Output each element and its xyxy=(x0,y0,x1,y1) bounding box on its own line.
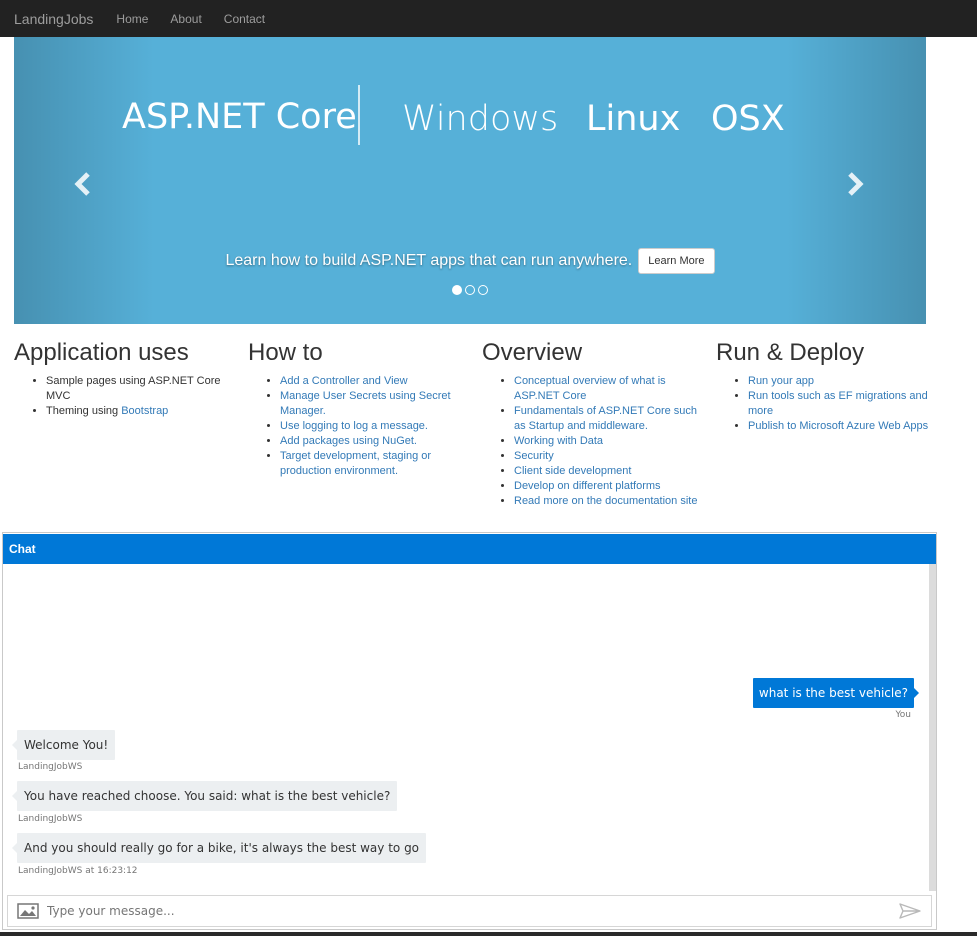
message-meta: You xyxy=(895,710,911,720)
list-item: Working with Data xyxy=(514,434,702,449)
message-meta: LandingJobWS at 16:23:12 xyxy=(18,866,138,876)
chat-widget: Chat what is the best vehicle? You Welco… xyxy=(2,532,937,930)
banner-primary-text: ASP.NET Core xyxy=(122,97,357,137)
doc-link[interactable]: Fundamentals of ASP.NET Core such as Sta… xyxy=(514,405,697,432)
nav-contact-link[interactable]: Contact xyxy=(224,12,265,26)
message-meta: LandingJobWS xyxy=(18,814,83,824)
carousel-indicator-3[interactable] xyxy=(478,285,488,295)
bootstrap-link[interactable]: Bootstrap xyxy=(121,405,168,417)
list-item: Add a Controller and View xyxy=(280,374,468,389)
bot-message: And you should really go for a bike, it'… xyxy=(11,833,427,863)
doc-link[interactable]: Target development, staging or productio… xyxy=(280,450,431,477)
doc-link[interactable]: Manage User Secrets using Secret Manager… xyxy=(280,390,451,417)
bot-message: You have reached choose. You said: what … xyxy=(11,781,398,811)
section-title: Overview xyxy=(482,339,583,366)
list-item: Manage User Secrets using Secret Manager… xyxy=(280,389,468,419)
list-item: Develop on different platforms xyxy=(514,479,702,494)
banner-platform-linux: Linux xyxy=(586,99,681,139)
message-input[interactable] xyxy=(47,904,899,918)
carousel-next-button[interactable] xyxy=(840,169,868,199)
section-overview: Overview Conceptual overview of what is … xyxy=(482,338,702,509)
chevron-left-icon xyxy=(74,172,90,196)
send-button[interactable] xyxy=(899,902,921,920)
carousel-prev-button[interactable] xyxy=(70,169,98,199)
banner-platform-windows: Windows xyxy=(402,99,559,139)
message-meta: LandingJobWS xyxy=(18,762,83,772)
carousel-banner: ASP.NET Core Windows Linux OSX xyxy=(14,85,926,145)
chat-header: Chat xyxy=(3,534,936,564)
user-message: what is the best vehicle? xyxy=(752,678,920,708)
doc-link[interactable]: Develop on different platforms xyxy=(514,480,661,492)
section-title: How to xyxy=(248,339,323,366)
learn-more-button[interactable]: Learn More xyxy=(638,248,715,274)
section-run-deploy: Run & Deploy Run your app Run tools such… xyxy=(716,338,936,434)
section-title: Run & Deploy xyxy=(716,339,865,366)
list-item: Fundamentals of ASP.NET Core such as Sta… xyxy=(514,404,702,434)
chat-input-bar xyxy=(7,895,932,927)
list-item: Add packages using NuGet. xyxy=(280,434,468,449)
carousel-indicator-1[interactable] xyxy=(452,285,462,295)
navbar: LandingJobs Home About Contact xyxy=(0,0,977,37)
doc-link[interactable]: Security xyxy=(514,450,554,462)
nav-home-link[interactable]: Home xyxy=(116,12,148,26)
carousel-indicator-2[interactable] xyxy=(465,285,475,295)
section-how-to: How to Add a Controller and View Manage … xyxy=(248,338,468,479)
list-item: Theming using Bootstrap xyxy=(46,404,234,419)
bot-message: Welcome You! xyxy=(11,730,116,760)
list-item: Publish to Microsoft Azure Web Apps xyxy=(748,419,936,434)
carousel-caption: Learn how to build ASP.NET apps that can… xyxy=(14,248,926,274)
list-item: Run tools such as EF migrations and more xyxy=(748,389,936,419)
list-item: Client side development xyxy=(514,464,702,479)
list-item: Conceptual overview of what is ASP.NET C… xyxy=(514,374,702,404)
brand-link[interactable]: LandingJobs xyxy=(14,11,93,27)
section-title: Application uses xyxy=(14,339,189,366)
doc-link[interactable]: Client side development xyxy=(514,465,631,477)
list-item: Read more on the documentation site xyxy=(514,494,702,509)
image-upload-icon xyxy=(17,903,39,919)
list-item: Use logging to log a message. xyxy=(280,419,468,434)
upload-button[interactable] xyxy=(17,903,39,919)
banner-platform-osx: OSX xyxy=(711,99,785,139)
send-icon xyxy=(899,903,921,919)
carousel-indicators xyxy=(452,285,488,295)
chevron-right-icon xyxy=(848,172,864,196)
list-item: Run your app xyxy=(748,374,936,389)
doc-link[interactable]: Run tools such as EF migrations and more xyxy=(748,390,928,417)
doc-link[interactable]: Add packages using NuGet. xyxy=(280,435,417,447)
nav-about-link[interactable]: About xyxy=(170,12,201,26)
doc-link[interactable]: Working with Data xyxy=(514,435,603,447)
page-bottom-border xyxy=(0,932,977,936)
chat-scrollbar[interactable] xyxy=(929,564,936,891)
banner-divider xyxy=(358,85,360,145)
doc-link[interactable]: Add a Controller and View xyxy=(280,375,408,387)
list-item: Target development, staging or productio… xyxy=(280,449,468,479)
doc-link[interactable]: Read more on the documentation site xyxy=(514,495,697,507)
doc-link[interactable]: Conceptual overview of what is ASP.NET C… xyxy=(514,375,666,402)
list-item: Security xyxy=(514,449,702,464)
carousel-caption-text: Learn how to build ASP.NET apps that can… xyxy=(225,252,633,269)
doc-link[interactable]: Publish to Microsoft Azure Web Apps xyxy=(748,420,928,432)
carousel: ASP.NET Core Windows Linux OSX Learn how… xyxy=(14,37,926,324)
doc-link[interactable]: Run your app xyxy=(748,375,814,387)
chat-history: what is the best vehicle? You Welcome Yo… xyxy=(3,564,929,891)
doc-link[interactable]: Use logging to log a message. xyxy=(280,420,428,432)
section-application-uses: Application uses Sample pages using ASP.… xyxy=(14,338,234,419)
list-item: Sample pages using ASP.NET Core MVC xyxy=(46,374,234,404)
